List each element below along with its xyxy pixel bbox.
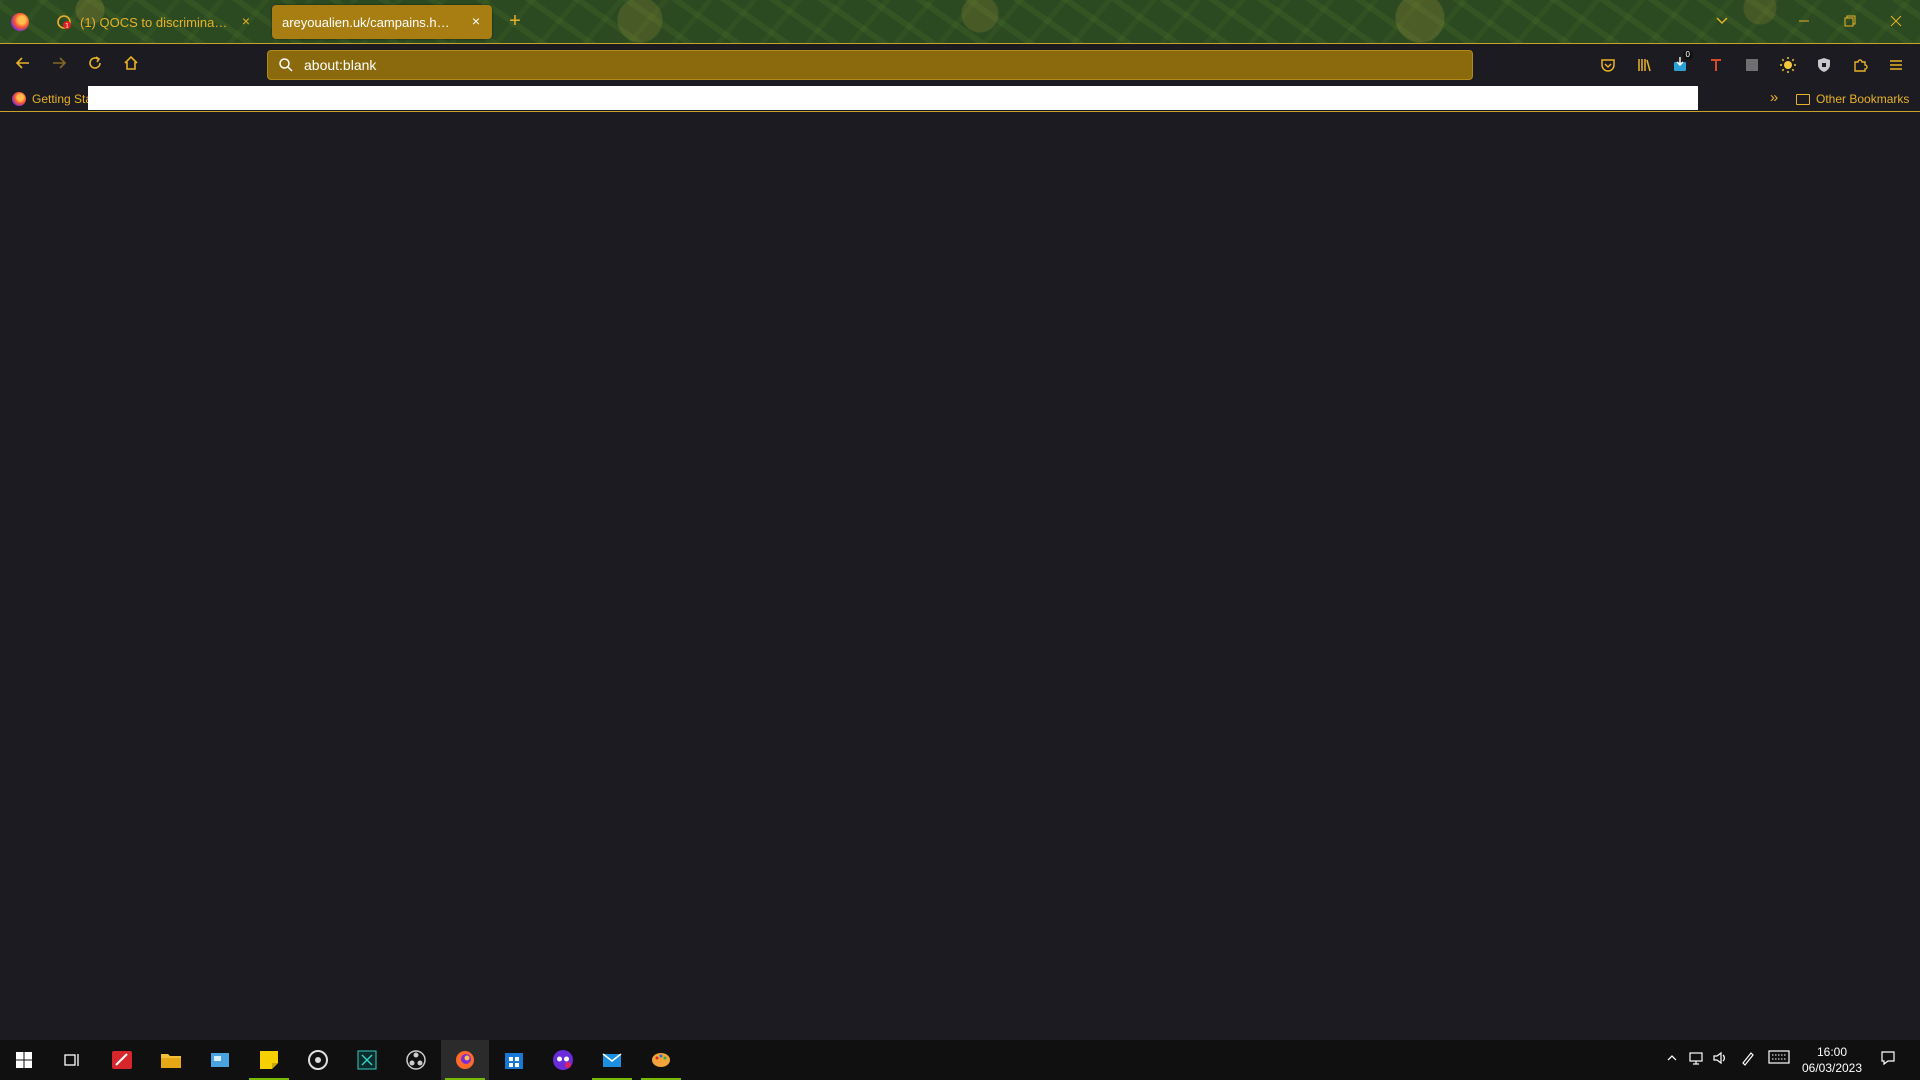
svg-text:1: 1: [65, 23, 69, 30]
url-input[interactable]: [304, 57, 1404, 73]
downloads-badge: 0: [1682, 50, 1693, 60]
extensions-puzzle-icon[interactable]: [1849, 54, 1871, 76]
task-view-icon[interactable]: [48, 1040, 96, 1080]
system-clock[interactable]: 16:00 06/03/2023: [1796, 1044, 1868, 1076]
library-icon[interactable]: [1633, 54, 1655, 76]
app-purple-mask-icon[interactable]: [539, 1040, 587, 1080]
app-red-notes-icon[interactable]: [98, 1040, 146, 1080]
start-button[interactable]: [0, 1040, 48, 1080]
page-content-blank[interactable]: [0, 113, 1920, 1040]
store-icon[interactable]: [490, 1040, 538, 1080]
back-button[interactable]: [10, 52, 36, 78]
tab-strip: 1 (1) QOCS to discrimination! - ... × ar…: [0, 0, 1920, 44]
extension-square-icon[interactable]: [1741, 54, 1763, 76]
sticky-notes-icon[interactable]: [245, 1040, 293, 1080]
network-icon[interactable]: [1686, 1050, 1706, 1070]
obs-icon[interactable]: [392, 1040, 440, 1080]
bookmarks-toolbar: Getting Sta » Other Bookmarks: [0, 85, 1920, 112]
restore-button[interactable]: [1838, 10, 1862, 34]
other-bookmarks-label: Other Bookmarks: [1816, 92, 1910, 106]
touch-keyboard-icon[interactable]: [1766, 1050, 1792, 1070]
volume-icon[interactable]: [1710, 1050, 1730, 1070]
tab-qocs[interactable]: 1 (1) QOCS to discrimination! - ... ×: [46, 5, 262, 39]
search-icon: [278, 57, 294, 73]
pen-workspace-icon[interactable]: [1738, 1050, 1758, 1070]
app-teal-icon[interactable]: [343, 1040, 391, 1080]
menu-hamburger-icon[interactable]: [1885, 54, 1907, 76]
navigation-toolbar: 0: [0, 44, 1920, 85]
home-button[interactable]: [118, 52, 144, 78]
tab-list-chevron-icon[interactable]: [1710, 10, 1734, 34]
clock-date: 06/03/2023: [1801, 1061, 1863, 1075]
clock-time: 16:00: [1816, 1045, 1848, 1059]
paint-palette-icon[interactable]: [637, 1040, 685, 1080]
shield-icon[interactable]: [1813, 54, 1835, 76]
tab-label: areyoualien.uk/campains.html: [282, 14, 452, 30]
forward-button[interactable]: [46, 52, 72, 78]
url-bar[interactable]: [267, 50, 1473, 80]
redacted-bookmarks-overlay: [88, 86, 1698, 110]
new-tab-button[interactable]: +: [504, 11, 526, 33]
other-bookmarks-folder[interactable]: Other Bookmarks: [1796, 89, 1909, 109]
bookmarks-overflow-chevron-icon[interactable]: »: [1764, 89, 1784, 109]
mail-icon[interactable]: [588, 1040, 636, 1080]
browser-window: 1 (1) QOCS to discrimination! - ... × ar…: [0, 0, 1920, 1040]
firefox-icon: [12, 92, 26, 106]
firefox-icon: [11, 13, 29, 31]
tab-label: (1) QOCS to discrimination! - ...: [80, 14, 230, 30]
reload-button[interactable]: [82, 52, 108, 78]
youtube-notification-icon: 1: [56, 14, 72, 30]
close-window-button[interactable]: [1884, 10, 1908, 34]
bookmark-label: Getting Sta: [32, 92, 93, 106]
firefox-taskbar-icon[interactable]: [441, 1040, 489, 1080]
notifications-icon[interactable]: [1878, 1050, 1898, 1070]
tab-close-icon[interactable]: ×: [468, 13, 484, 29]
file-explorer-icon[interactable]: [147, 1040, 195, 1080]
minimize-button[interactable]: [1792, 10, 1816, 34]
downloads-icon[interactable]: 0: [1669, 50, 1693, 76]
media-player-icon[interactable]: [294, 1040, 342, 1080]
pocket-icon[interactable]: [1597, 54, 1619, 76]
tab-areyoualien[interactable]: areyoualien.uk/campains.html ×: [272, 5, 492, 39]
windows-taskbar: 16:00 06/03/2023: [0, 1040, 1920, 1080]
bookmark-getting-started[interactable]: Getting Sta: [12, 89, 92, 109]
dark-reader-sun-icon[interactable]: [1777, 54, 1799, 76]
text-extension-icon[interactable]: [1705, 54, 1727, 76]
tray-chevron-up-icon[interactable]: [1662, 1050, 1682, 1070]
control-panel-icon[interactable]: [196, 1040, 244, 1080]
folder-icon: [1796, 93, 1810, 105]
tab-close-icon[interactable]: ×: [238, 13, 254, 29]
